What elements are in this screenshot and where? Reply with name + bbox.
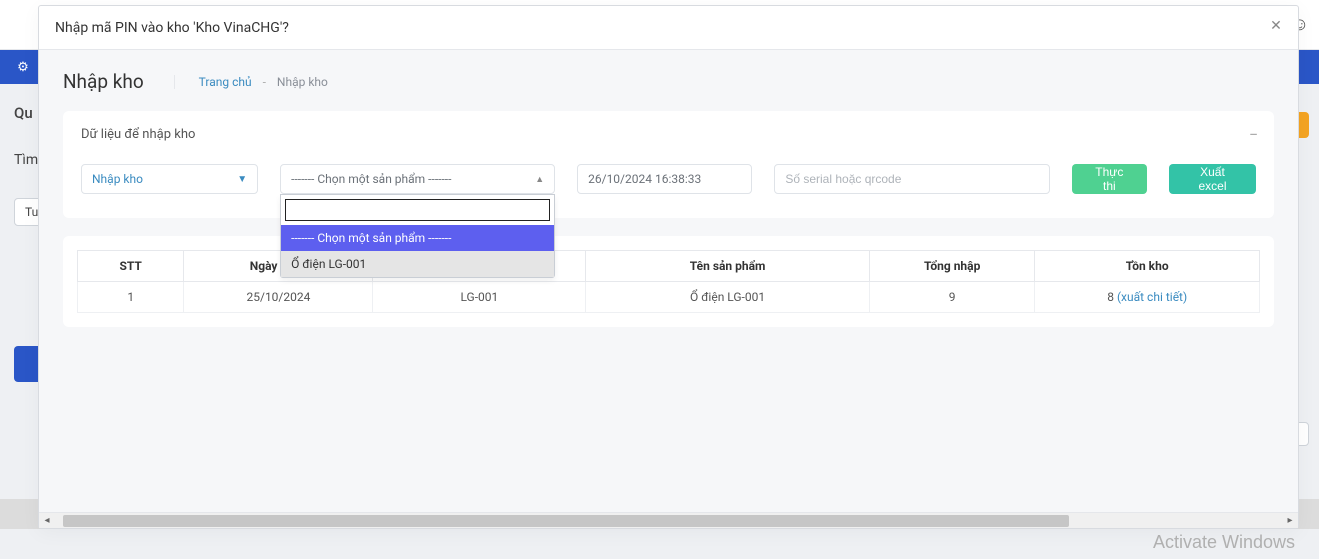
modal-header: Nhập mã PIN vào kho 'Kho VinaCHG'? ✕ xyxy=(39,6,1298,50)
cell-total: 9 xyxy=(869,282,1034,313)
datetime-value: 26/10/2024 16:38:33 xyxy=(588,172,701,186)
warehouse-select-label: Nhập kho xyxy=(92,172,143,186)
filter-panel: Dữ liệu để nhập kho − Nhập kho ▼ -------… xyxy=(63,111,1274,218)
table-panel: STT Ngày nhập Mã sản phẩm Tên sản phẩm T… xyxy=(63,236,1274,327)
detail-link[interactable]: (xuất chi tiết) xyxy=(1117,290,1187,304)
datetime-input[interactable]: 26/10/2024 16:38:33 xyxy=(577,164,752,194)
th-name: Tên sản phẩm xyxy=(586,251,870,282)
cell-name: Ổ điện LG-001 xyxy=(586,282,870,313)
product-search-wrap xyxy=(281,195,554,225)
product-search-input[interactable] xyxy=(285,199,550,221)
th-total: Tổng nhập xyxy=(869,251,1034,282)
filter-row: Nhập kho ▼ ------- Chọn một sản phẩm ---… xyxy=(81,164,1256,194)
cell-date: 25/10/2024 xyxy=(184,282,373,313)
chevron-down-icon: ▼ xyxy=(237,174,247,185)
serial-input-wrap xyxy=(774,164,1049,194)
scroll-thumb[interactable] xyxy=(63,515,1069,527)
export-excel-button[interactable]: Xuất excel xyxy=(1169,164,1256,194)
table-header-row: STT Ngày nhập Mã sản phẩm Tên sản phẩm T… xyxy=(78,251,1260,282)
product-combo[interactable]: ------- Chọn một sản phẩm ------- ▲ ----… xyxy=(280,164,555,194)
modal-body: Nhập kho Trang chủ - Nhập kho Dữ liệu để… xyxy=(39,50,1298,512)
gear-icon: ⚙ xyxy=(10,54,36,80)
product-combo-placeholder: ------- Chọn một sản phẩm ------- xyxy=(291,172,451,186)
breadcrumb-home[interactable]: Trang chủ xyxy=(199,75,252,89)
modal-title: Nhập mã PIN vào kho 'Kho VinaCHG'? xyxy=(55,20,289,36)
cell-stock: 8 (xuất chi tiết) xyxy=(1035,282,1260,313)
table-row: 1 25/10/2024 LG-001 Ổ điện LG-001 9 8 (x… xyxy=(78,282,1260,313)
product-option-placeholder[interactable]: ------- Chọn một sản phẩm ------- xyxy=(281,225,554,251)
cell-stock-num: 8 xyxy=(1107,290,1114,304)
scroll-right-icon[interactable]: ▸ xyxy=(1282,514,1298,528)
scroll-left-icon[interactable]: ◂ xyxy=(39,514,55,528)
page-title: Nhập kho xyxy=(63,70,144,93)
serial-input[interactable] xyxy=(785,172,1038,186)
th-stt: STT xyxy=(78,251,184,282)
cell-stt: 1 xyxy=(78,282,184,313)
cell-code: LG-001 xyxy=(373,282,586,313)
modal-hscrollbar[interactable]: ◂ ▸ xyxy=(39,512,1298,528)
inventory-table: STT Ngày nhập Mã sản phẩm Tên sản phẩm T… xyxy=(77,250,1260,313)
scroll-track[interactable] xyxy=(55,514,1282,528)
product-dropdown: ------- Chọn một sản phẩm ------- Ổ điện… xyxy=(280,194,555,278)
product-option-1[interactable]: Ổ điện LG-001 xyxy=(281,251,554,277)
execute-button[interactable]: Thực thi xyxy=(1072,164,1147,194)
panel-collapse-icon[interactable]: − xyxy=(1249,127,1258,143)
breadcrumb-current: Nhập kho xyxy=(277,75,328,89)
product-combo-display[interactable]: ------- Chọn một sản phẩm ------- ▲ xyxy=(280,164,555,194)
close-icon[interactable]: ✕ xyxy=(1264,14,1288,38)
warehouse-select[interactable]: Nhập kho ▼ xyxy=(81,164,258,194)
th-stock: Tồn kho xyxy=(1035,251,1260,282)
chevron-up-icon: ▲ xyxy=(535,174,544,185)
filter-panel-title: Dữ liệu để nhập kho xyxy=(81,127,1256,142)
page-head: Nhập kho Trang chủ - Nhập kho xyxy=(63,70,1274,93)
breadcrumb-sep: - xyxy=(263,75,266,89)
breadcrumb: Trang chủ - Nhập kho xyxy=(174,75,328,89)
modal-dialog: Nhập mã PIN vào kho 'Kho VinaCHG'? ✕ Nhậ… xyxy=(38,5,1299,529)
